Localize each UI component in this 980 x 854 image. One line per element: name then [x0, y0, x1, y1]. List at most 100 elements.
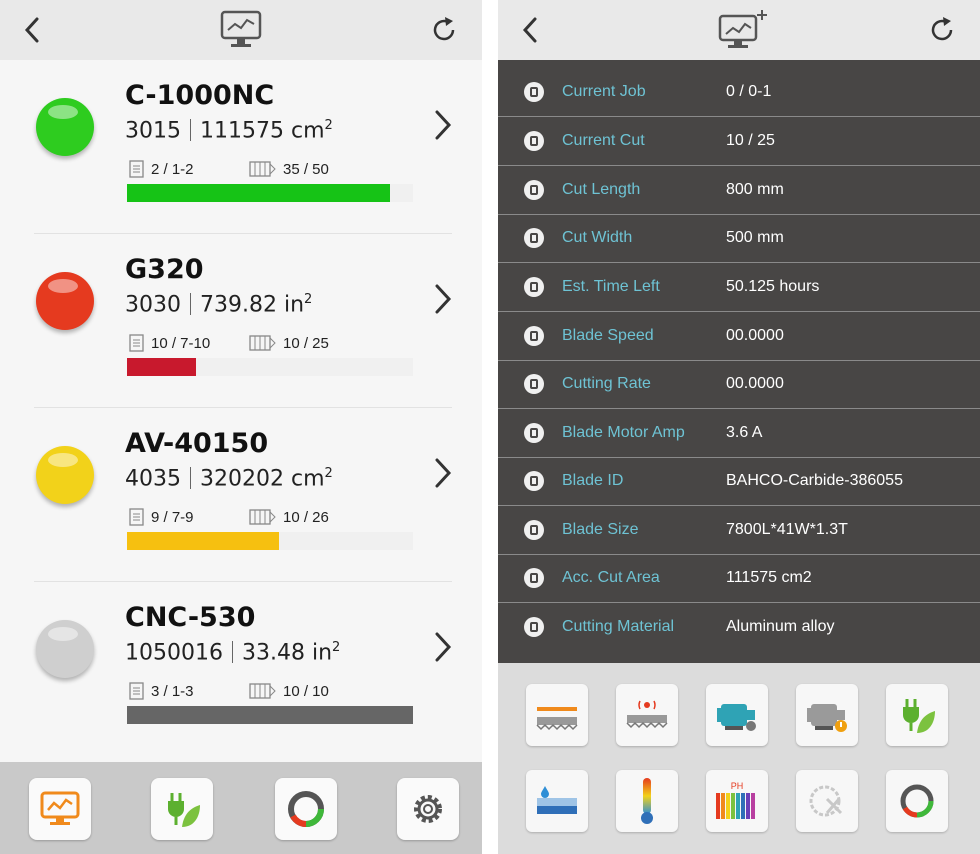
detail-row: Current Cut 10 / 25: [498, 117, 980, 166]
blade-stack-icon: [249, 161, 276, 177]
cycle-button[interactable]: [886, 770, 948, 832]
length-icon: [524, 180, 544, 200]
eco-plug-icon: [168, 793, 200, 827]
motor-button[interactable]: [706, 684, 768, 746]
blade-stack-icon: [249, 509, 276, 525]
cut-info: 10 / 25: [249, 334, 329, 352]
machine-detail-screen: Current Job 0 / 0-1 Current Cut 10 / 25 Cu…: [498, 0, 980, 854]
machine-details-table: Current Job 0 / 0-1 Current Cut 10 / 25 Cu…: [498, 60, 980, 663]
blade-icon: [536, 707, 578, 731]
area-unit-exponent: 2: [324, 466, 333, 481]
status-indicator: [36, 272, 94, 330]
bottom-toolbar: [0, 762, 482, 854]
status-indicator: [36, 620, 94, 678]
detail-row: Blade Motor Amp 3.6 A: [498, 409, 980, 458]
speed-icon: [524, 326, 544, 346]
progress-bar: [127, 706, 413, 724]
machine-row[interactable]: G320 3030 739.82 in2 10 / 7-10 10 / 25: [0, 234, 482, 408]
progress-bar: [127, 532, 413, 550]
motor-alert-button[interactable]: [796, 684, 858, 746]
header-bar: [498, 0, 980, 60]
gear-icon: [414, 795, 442, 823]
progress-fill: [127, 532, 279, 550]
machine-row[interactable]: CNC-530 1050016 33.48 in2 3 / 1-3 10 / 10: [0, 582, 482, 756]
blade-sensor-button[interactable]: [616, 684, 678, 746]
cut-count: 3030: [125, 292, 181, 318]
progress-fill: [127, 184, 391, 202]
cut-info: 10 / 10: [249, 682, 329, 700]
machine-row[interactable]: AV-40150 4035 320202 cm2 9 / 7-9 10 / 26: [0, 408, 482, 582]
chevron-right-icon: [435, 110, 452, 140]
temperature-button[interactable]: [616, 770, 678, 832]
eco-plug-icon: [903, 699, 935, 733]
refresh-icon: [931, 17, 953, 41]
job-info: 2 / 1-2: [129, 160, 194, 178]
monitor-add-icon[interactable]: [715, 8, 767, 52]
cut-area: 33.48 in: [241, 640, 333, 666]
cut-info: 10 / 26: [249, 508, 329, 526]
saw-tool-button[interactable]: [796, 770, 858, 832]
detail-row: Current Job 0 / 0-1: [498, 68, 980, 117]
area-unit-exponent: 2: [324, 118, 333, 133]
progress-bar: [127, 184, 413, 202]
energy-button[interactable]: [886, 684, 948, 746]
cut-icon: [524, 131, 544, 151]
monitor-icon: [40, 791, 80, 825]
machine-stats: 3030 739.82 in2: [125, 292, 312, 317]
chevron-right-icon: [435, 284, 452, 314]
document-icon: [129, 508, 144, 526]
cut-count: 3015: [125, 118, 181, 144]
machine-name: CNC-530: [125, 602, 256, 633]
monitor-button[interactable]: [29, 778, 91, 840]
ph-button[interactable]: PH: [706, 770, 768, 832]
cut-area: 111575 cm: [200, 118, 325, 144]
energy-button[interactable]: [151, 778, 213, 840]
area-unit-exponent: 2: [332, 640, 341, 655]
chevron-right-icon: [435, 458, 452, 488]
cut-count: 4035: [125, 466, 181, 492]
detail-row: Cut Width 500 mm: [498, 214, 980, 263]
header-bar: [0, 0, 482, 60]
machine-list-screen: C-1000NC 3015 111575 cm2 2 / 1-2 35 / 50 …: [0, 0, 482, 854]
cycle-ring-icon: [900, 784, 934, 818]
progress-fill: [127, 358, 196, 376]
detail-row: Cutting Rate 00.0000: [498, 360, 980, 409]
detail-row: Acc. Cut Area 111575 cm2: [498, 554, 980, 603]
chevron-left-icon: [24, 17, 39, 43]
cycle-button[interactable]: [275, 778, 337, 840]
area-unit-exponent: 2: [304, 292, 313, 307]
detail-row: Blade Size 7800L*41W*1.3T: [498, 506, 980, 555]
settings-button[interactable]: [397, 778, 459, 840]
monitor-header-icon: [217, 8, 265, 52]
motor-alert-icon: [807, 704, 847, 732]
back-button[interactable]: [512, 12, 548, 48]
document-icon: [129, 682, 144, 700]
machine-row[interactable]: C-1000NC 3015 111575 cm2 2 / 1-2 35 / 50: [0, 60, 482, 234]
star-icon: [524, 617, 544, 637]
detail-row: Est. Time Left 50.125 hours: [498, 263, 980, 312]
cut-area: 739.82 in: [200, 292, 305, 318]
coolant-tank-icon: [537, 786, 577, 814]
back-button[interactable]: [14, 12, 50, 48]
cycle-ring-icon: [288, 791, 324, 827]
thermometer-icon: [641, 778, 653, 824]
progress-fill: [127, 706, 413, 724]
blade-stack-icon: [249, 335, 276, 351]
lightning-icon: [524, 423, 544, 443]
refresh-button[interactable]: [426, 12, 462, 48]
width-icon: [524, 228, 544, 248]
hourglass-icon: [524, 277, 544, 297]
chevron-left-icon: [522, 17, 537, 43]
refresh-button[interactable]: [924, 12, 960, 48]
flag-icon: [524, 568, 544, 588]
blade-sensor-icon: [626, 700, 668, 729]
progress-bar: [127, 358, 413, 376]
cut-info: 35 / 50: [249, 160, 329, 178]
blade-button[interactable]: [526, 684, 588, 746]
detail-row: Cutting Material Aluminum alloy: [498, 603, 980, 652]
detail-row: Blade ID BAHCO-Carbide-386055: [498, 457, 980, 506]
machine-stats: 1050016 33.48 in2: [125, 640, 340, 665]
download-arrow-icon: [524, 374, 544, 394]
detail-row: Blade Speed 00.0000: [498, 312, 980, 361]
coolant-button[interactable]: [526, 770, 588, 832]
